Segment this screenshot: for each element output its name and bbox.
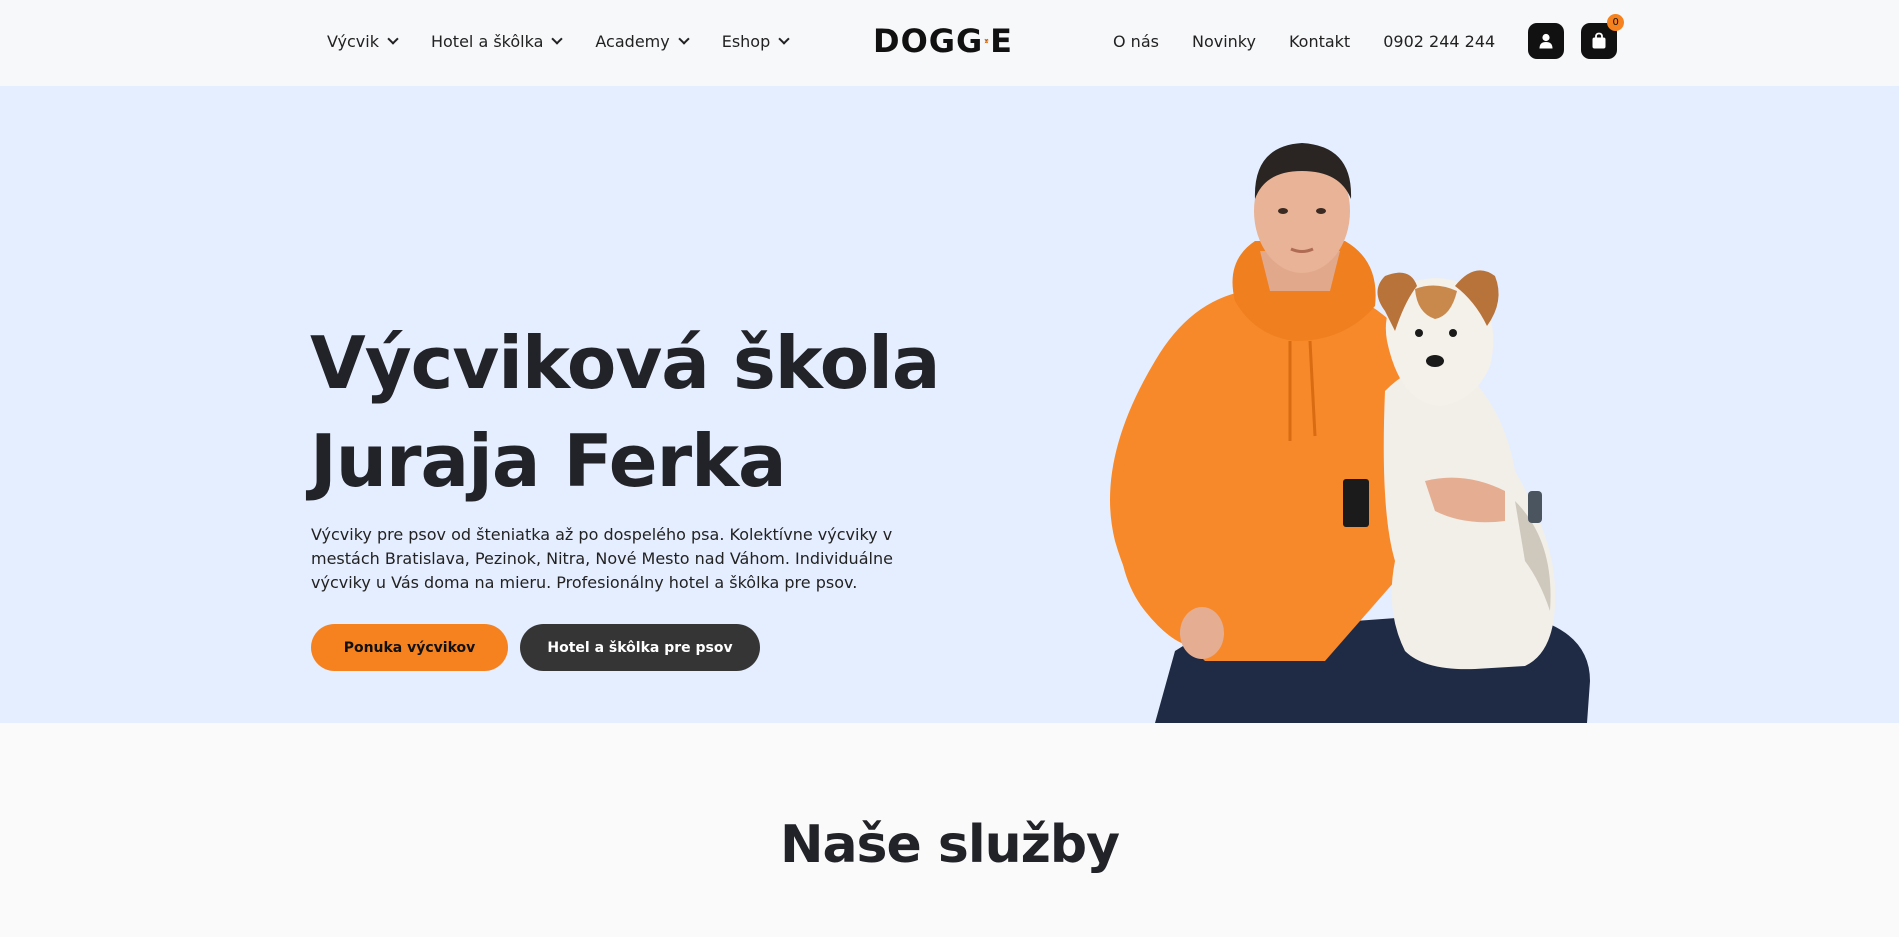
hotel-kindergarten-button[interactable]: Hotel a škôlka pre psov — [520, 624, 760, 671]
nav-eshop[interactable]: Eshop — [721, 31, 790, 51]
hero-section: Výcviková škola Juraja Ferka Výcviky pre… — [0, 86, 1899, 723]
chevron-down-icon — [778, 32, 790, 45]
nav-vycvik-label: Výcvik — [327, 31, 379, 51]
nav-eshop-label: Eshop — [721, 31, 771, 51]
nav-novinky[interactable]: Novinky — [1192, 32, 1256, 51]
cart-count-badge: 0 — [1607, 14, 1625, 31]
phone-link[interactable]: 0902 244 244 — [1383, 32, 1495, 51]
nav-hotel-label: Hotel a škôlka — [430, 31, 544, 51]
logo-text-right: E — [990, 22, 1013, 60]
nav-vycvik[interactable]: Výcvik — [327, 31, 399, 51]
chevron-down-icon — [678, 32, 690, 45]
logo-text-left: DOGG — [873, 22, 984, 60]
nav-hotel[interactable]: Hotel a škôlka — [430, 31, 564, 51]
hero-title: Výcviková škola Juraja Ferka — [310, 321, 940, 503]
hero-description: Výcviky pre psov od šteniatka až po dosp… — [311, 525, 893, 592]
shopping-bag-icon — [1592, 32, 1606, 49]
chevron-down-icon — [387, 32, 399, 45]
cart-button[interactable]: 0 — [1581, 14, 1625, 59]
dog-mascot-icon — [984, 38, 989, 44]
services-title: Naše služby — [779, 815, 1120, 875]
user-icon — [1539, 33, 1553, 49]
trainer-with-dog-photo — [1110, 143, 1590, 723]
nav-academy-label: Academy — [595, 31, 670, 51]
main-nav: Výcvik Hotel a škôlka Academy Eshop — [327, 0, 822, 82]
nav-academy[interactable]: Academy — [595, 31, 690, 51]
nav-o-nas[interactable]: O nás — [1113, 32, 1159, 51]
nav-kontakt[interactable]: Kontakt — [1289, 32, 1350, 51]
site-header: Výcvik Hotel a škôlka Academy Eshop DOGG — [0, 0, 1899, 86]
account-button[interactable] — [1528, 23, 1565, 59]
site-logo[interactable]: DOGG E — [873, 18, 1013, 64]
chevron-down-icon — [551, 32, 564, 45]
secondary-nav: O nás Novinky Kontakt 0902 244 244 0 — [1113, 0, 1634, 82]
training-offer-button[interactable]: Ponuka výcvikov — [311, 624, 508, 671]
